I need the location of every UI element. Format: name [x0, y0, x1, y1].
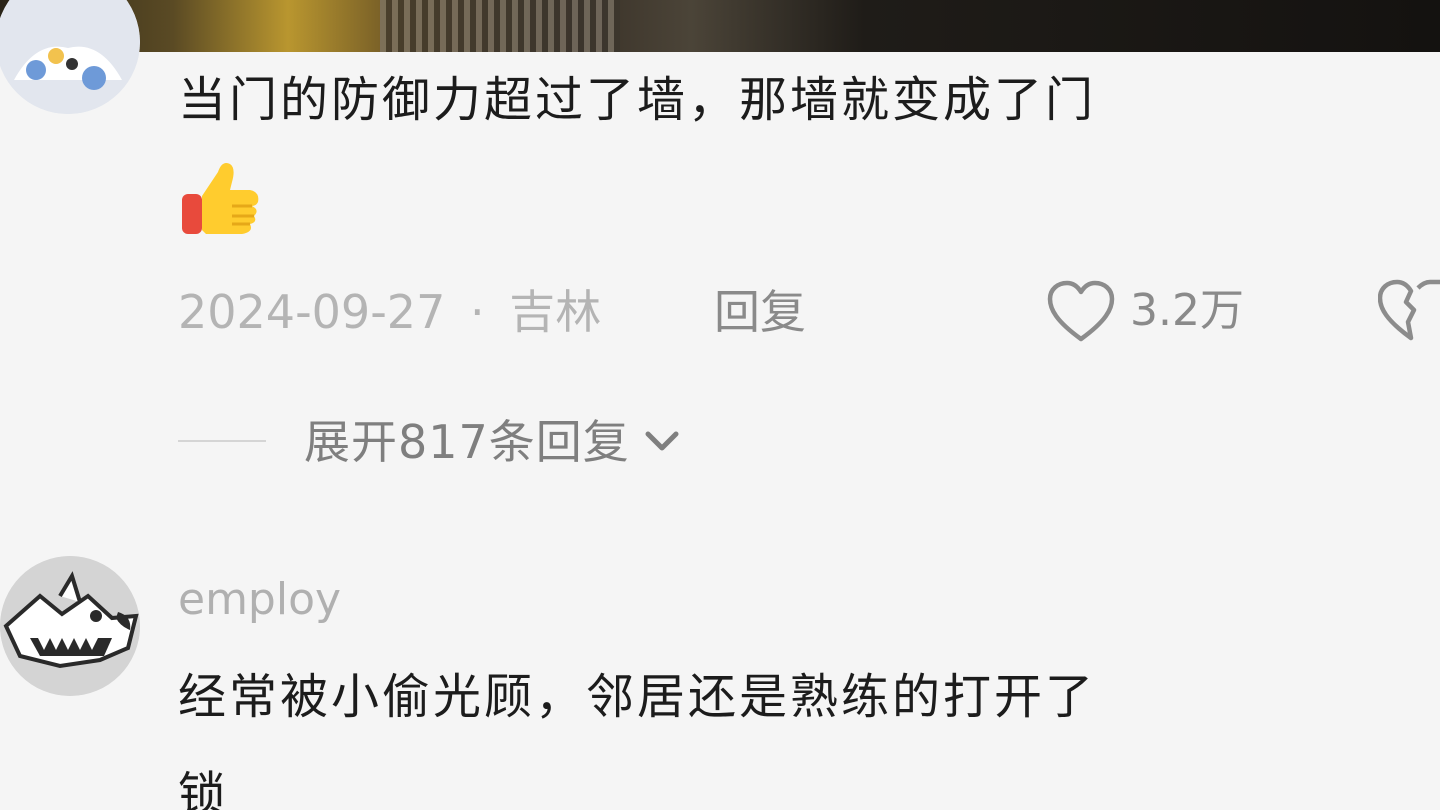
- video-frame-strip[interactable]: [0, 0, 1440, 52]
- comment-feed: 当门的防御力超过了墙，那墙就变成了门 2024-09-27 · 吉林 回复 3.…: [0, 0, 1440, 810]
- dislike-button[interactable]: [1377, 276, 1440, 346]
- comment-text: 经常被小偷光顾，邻居还是熟练的打开了: [178, 669, 1097, 725]
- expand-replies-label: 展开817条回复: [304, 415, 630, 469]
- heart-icon: [1047, 280, 1115, 342]
- video-frame-texture: [380, 0, 620, 52]
- comment-text-continued: 锁: [178, 767, 230, 810]
- chevron-down-icon: [645, 431, 679, 451]
- comment-meta: 2024-09-27 · 吉林: [178, 282, 601, 342]
- avatar[interactable]: [0, 0, 140, 114]
- divider: [178, 440, 266, 442]
- expand-replies-button[interactable]: 展开817条回复: [304, 410, 682, 474]
- comment-text: 当门的防御力超过了墙，那墙就变成了门: [178, 72, 1097, 128]
- comment-date: 2024-09-27: [178, 285, 446, 339]
- reply-button[interactable]: 回复: [714, 282, 806, 342]
- meta-separator: ·: [469, 285, 485, 339]
- like-count: 3.2万: [1130, 285, 1244, 336]
- comment-location: 吉林: [509, 285, 602, 339]
- username[interactable]: employ: [178, 570, 341, 630]
- avatar[interactable]: [0, 556, 140, 696]
- like-button[interactable]: 3.2万: [1046, 276, 1244, 346]
- thumbs-up-icon: [180, 156, 262, 238]
- broken-heart-icon: [1377, 279, 1440, 341]
